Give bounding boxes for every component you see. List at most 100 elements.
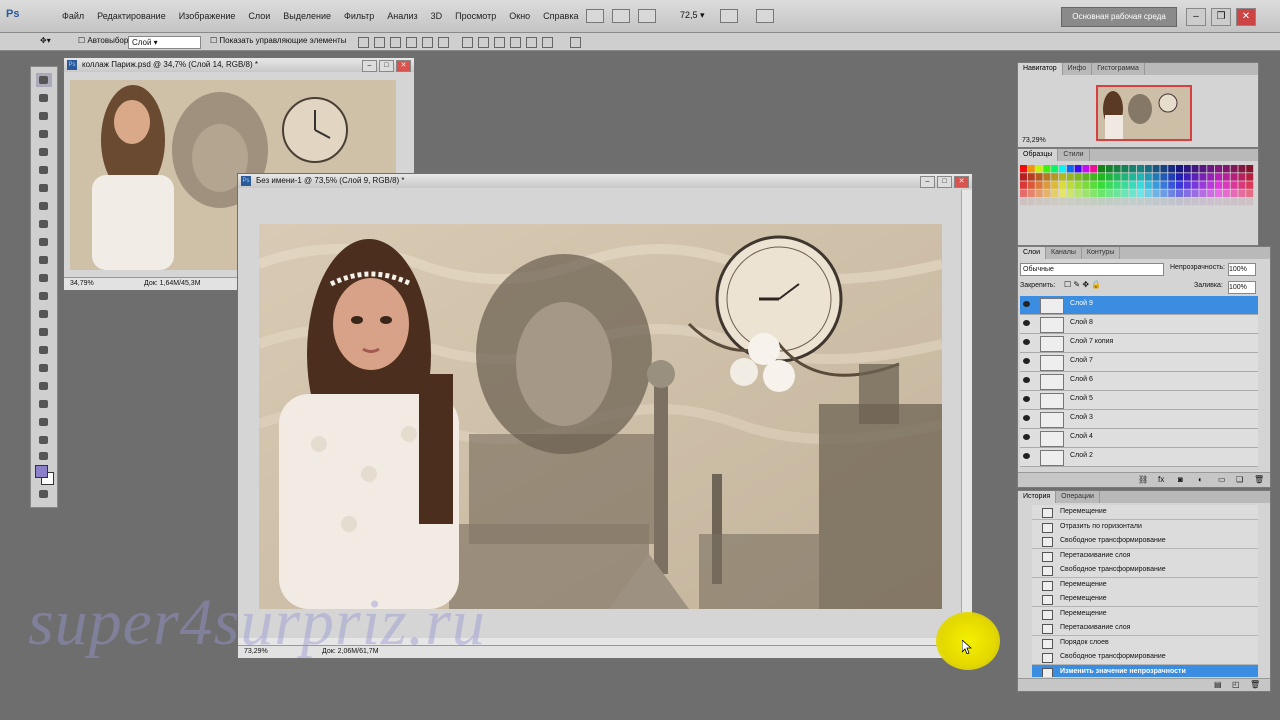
color-swatch[interactable] <box>1090 181 1098 189</box>
tab-histogram[interactable]: Гистограмма <box>1092 63 1145 75</box>
color-swatch[interactable] <box>1137 181 1144 189</box>
layer-mask-icon[interactable]: ◙ <box>1178 475 1183 484</box>
distribute-left-icon[interactable] <box>510 37 521 48</box>
history-row[interactable]: Отразить по горизонтали <box>1032 519 1258 535</box>
color-swatch[interactable] <box>1090 173 1098 181</box>
color-swatch[interactable] <box>1222 197 1230 206</box>
color-swatch[interactable] <box>1176 173 1183 181</box>
color-swatch[interactable] <box>1043 165 1051 173</box>
tab-styles[interactable]: Стили <box>1058 149 1090 161</box>
doc-close-icon[interactable]: ✕ <box>954 176 969 188</box>
color-swatch[interactable] <box>1066 173 1074 181</box>
color-swatch[interactable] <box>1074 197 1082 206</box>
autoselect-dropdown[interactable]: Слой ▾ <box>128 36 201 49</box>
workspace-switcher[interactable]: Основная рабочая среда <box>1061 7 1177 27</box>
color-swatch[interactable] <box>1144 197 1152 206</box>
3d-rotate-tool-icon[interactable] <box>36 397 52 411</box>
eye-icon[interactable] <box>1023 320 1030 326</box>
color-swatch[interactable] <box>1160 173 1168 181</box>
minimize-icon[interactable]: – <box>1186 8 1206 26</box>
color-swatch[interactable] <box>1105 173 1113 181</box>
color-swatch[interactable] <box>1137 165 1144 173</box>
color-swatch[interactable] <box>1074 165 1082 173</box>
screen-mode-icon[interactable] <box>756 9 774 23</box>
color-swatch[interactable] <box>1207 197 1215 206</box>
color-swatch[interactable] <box>1129 165 1137 173</box>
layer-row[interactable]: Слой 7 <box>1020 353 1258 372</box>
layer-row[interactable]: Слой 7 копия <box>1020 334 1258 353</box>
show-controls-checkbox[interactable]: ☐ Показать управляющие элементы <box>210 36 346 45</box>
tab-layers[interactable]: Слои <box>1018 247 1047 259</box>
adjustment-layer-icon[interactable]: ◐ <box>1198 475 1203 484</box>
navigator-zoom-value[interactable]: 73,29% <box>1022 137 1046 144</box>
distribute-vcenter-icon[interactable] <box>478 37 489 48</box>
color-swatch[interactable] <box>1215 165 1222 173</box>
color-swatch[interactable] <box>1144 173 1152 181</box>
color-swatch[interactable] <box>1074 181 1082 189</box>
color-swatch[interactable] <box>1230 189 1238 197</box>
color-swatch[interactable] <box>1035 189 1043 197</box>
color-swatch[interactable] <box>1137 197 1144 206</box>
color-swatch[interactable] <box>1066 197 1074 206</box>
tab-history[interactable]: История <box>1018 491 1057 503</box>
color-swatch[interactable] <box>1168 189 1176 197</box>
color-swatch[interactable] <box>1090 189 1098 197</box>
color-swatch[interactable] <box>1113 181 1121 189</box>
history-row[interactable]: Свободное трансформирование <box>1032 534 1258 549</box>
layer-row[interactable]: Слой 6 <box>1020 372 1258 391</box>
color-swatch[interactable] <box>1238 189 1246 197</box>
color-swatch[interactable] <box>1160 181 1168 189</box>
doc-zoom-value[interactable]: 34,79% <box>70 278 94 290</box>
eyedropper-tool-icon[interactable] <box>36 163 52 177</box>
color-swatch[interactable] <box>1168 181 1176 189</box>
color-swatch[interactable] <box>1051 189 1059 197</box>
color-swatch[interactable] <box>1215 173 1222 181</box>
color-swatch[interactable] <box>1176 197 1183 206</box>
color-swatch[interactable] <box>1121 197 1129 206</box>
color-swatch[interactable] <box>1074 173 1082 181</box>
color-swatch[interactable] <box>1035 173 1043 181</box>
color-swatch[interactable] <box>1230 165 1238 173</box>
eye-icon[interactable] <box>1023 396 1030 402</box>
history-row[interactable]: Перетаскивание слоя <box>1032 548 1258 564</box>
color-swatch[interactable] <box>1129 173 1137 181</box>
color-swatch[interactable] <box>1168 165 1176 173</box>
color-swatch[interactable] <box>1222 189 1230 197</box>
pen-tool-icon[interactable] <box>36 325 52 339</box>
menu-image[interactable]: Изображение <box>179 11 236 21</box>
history-brush-tool-icon[interactable] <box>36 235 52 249</box>
vertical-scrollbar[interactable] <box>961 190 972 642</box>
restore-icon[interactable]: ❐ <box>1211 8 1231 26</box>
quick-mask-icon[interactable] <box>36 487 52 501</box>
marquee-tool-icon[interactable] <box>36 91 52 105</box>
tab-actions[interactable]: Операции <box>1056 491 1100 503</box>
tab-info[interactable]: Инфо <box>1063 63 1093 75</box>
color-swatch[interactable] <box>1152 189 1160 197</box>
layer-row[interactable]: Слой 9 <box>1020 296 1258 315</box>
tab-channels[interactable]: Каналы <box>1046 247 1082 259</box>
color-swatch[interactable] <box>1199 165 1207 173</box>
zoom-level-select[interactable]: 72,5 ▾ <box>680 10 705 21</box>
fill-input[interactable]: 100% <box>1228 281 1256 294</box>
doc-minimize-icon[interactable]: – <box>920 176 935 188</box>
color-swatch[interactable] <box>1066 189 1074 197</box>
zoom-tool-icon[interactable] <box>36 449 52 463</box>
color-swatch[interactable] <box>1051 165 1059 173</box>
color-swatch[interactable] <box>1176 189 1183 197</box>
color-swatch[interactable] <box>1215 189 1222 197</box>
menu-filter[interactable]: Фильтр <box>344 11 374 21</box>
color-swatch[interactable] <box>1191 173 1199 181</box>
menu-view[interactable]: Просмотр <box>455 11 496 21</box>
path-select-tool-icon[interactable] <box>36 361 52 375</box>
color-swatch[interactable] <box>1113 197 1121 206</box>
new-layer-icon[interactable]: ❏ <box>1236 475 1243 484</box>
color-swatch[interactable] <box>1105 189 1113 197</box>
color-swatch[interactable] <box>1020 181 1027 189</box>
view-extras-icon[interactable] <box>638 9 656 23</box>
color-swatch[interactable] <box>1152 197 1160 206</box>
color-swatch[interactable] <box>1246 181 1254 189</box>
move-tool-icon[interactable] <box>36 73 52 87</box>
color-swatch[interactable] <box>1246 173 1254 181</box>
tab-swatches[interactable]: Образцы <box>1018 149 1059 161</box>
history-row[interactable]: Перемещение <box>1032 505 1258 520</box>
